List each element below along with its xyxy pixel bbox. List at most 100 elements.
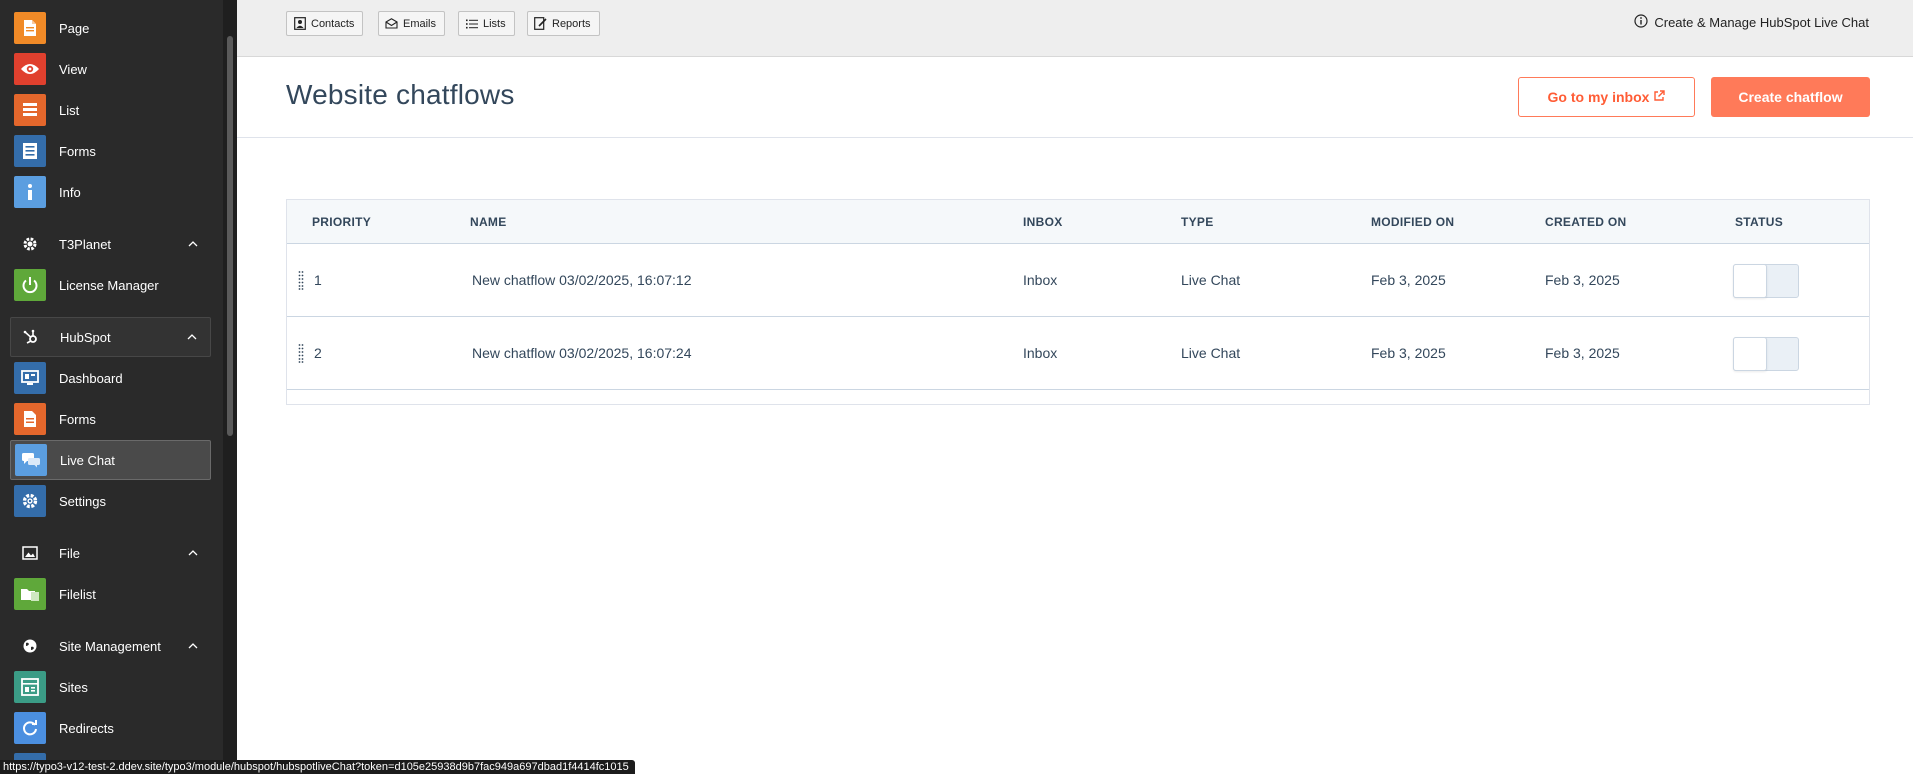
button-label: Go to my inbox: [1547, 89, 1650, 105]
status-toggle[interactable]: [1733, 264, 1799, 298]
sidebar-item-view[interactable]: View: [10, 49, 211, 89]
cell-created: Feb 3, 2025: [1545, 272, 1620, 288]
column-header-type[interactable]: TYPE: [1181, 215, 1214, 229]
sidebar-item-label: Page: [59, 20, 90, 36]
toggle-knob: [1733, 337, 1767, 371]
create-chatflow-button[interactable]: Create chatflow: [1711, 77, 1870, 117]
contacts-icon: [293, 17, 306, 30]
table-row[interactable]: 1 New chatflow 03/02/2025, 16:07:12 Inbo…: [287, 244, 1869, 317]
column-header-name[interactable]: NAME: [470, 215, 507, 229]
drag-handle-icon[interactable]: [298, 270, 304, 290]
sidebar-item-redirects[interactable]: Redirects: [10, 708, 211, 748]
column-header-priority[interactable]: PRIORITY: [312, 215, 371, 229]
sidebar-item-license-manager[interactable]: License Manager: [10, 265, 211, 305]
email-icon: [385, 17, 398, 30]
go-to-inbox-button[interactable]: Go to my inbox: [1518, 77, 1695, 117]
list-icon: [465, 17, 478, 30]
sidebar-item-dashboard[interactable]: Dashboard: [10, 358, 211, 398]
sidebar-group-label: T3Planet: [59, 236, 112, 252]
module-sidebar: Page View List Forms Info T3Planet Licen…: [0, 0, 237, 774]
scrollbar-thumb[interactable]: [227, 36, 233, 436]
sidebar-group-hubspot[interactable]: HubSpot: [10, 317, 211, 357]
column-header-status[interactable]: STATUS: [1735, 215, 1783, 229]
chatflows-table: PRIORITY NAME INBOX TYPE MODIFIED ON CRE…: [286, 199, 1870, 405]
column-header-created[interactable]: CREATED ON: [1545, 215, 1626, 229]
cell-name[interactable]: New chatflow 03/02/2025, 16:07:12: [472, 272, 692, 288]
globe-icon: [14, 630, 46, 662]
emails-button[interactable]: Emails: [378, 11, 446, 36]
column-header-inbox[interactable]: INBOX: [1023, 215, 1063, 229]
redirect-icon: [14, 712, 46, 744]
sidebar-item-label: Dashboard: [59, 370, 123, 386]
module-toolbar: Contacts Emails Lists Reports Create & M…: [237, 0, 1913, 57]
sidebar-group-label: File: [59, 545, 80, 561]
page-icon: [14, 12, 46, 44]
cell-inbox: Inbox: [1023, 345, 1058, 361]
link-preview-url: https://typo3-v12-test-2.ddev.site/typo3…: [0, 760, 635, 774]
chevron-up-icon[interactable]: [183, 234, 203, 254]
page-title: Website chatflows: [286, 79, 515, 110]
cell-priority: 1: [314, 272, 322, 288]
button-label: Reports: [552, 17, 591, 30]
form-icon: [14, 135, 46, 167]
chat-icon: [15, 444, 47, 476]
button-label: Emails: [403, 17, 437, 30]
power-icon: [14, 269, 46, 301]
cell-name[interactable]: New chatflow 03/02/2025, 16:07:24: [472, 345, 692, 361]
sidebar-item-settings[interactable]: Settings: [10, 481, 211, 521]
sidebar-item-page[interactable]: Page: [10, 8, 211, 48]
cell-created: Feb 3, 2025: [1545, 345, 1620, 361]
sidebar-item-info[interactable]: Info: [10, 172, 211, 212]
gear-icon: [14, 228, 46, 260]
sidebar-item-label: Filelist: [59, 586, 96, 602]
table-row[interactable]: 2 New chatflow 03/02/2025, 16:07:24 Inbo…: [287, 317, 1869, 390]
button-label: Contacts: [311, 17, 355, 30]
sidebar-group-t3planet[interactable]: T3Planet: [10, 224, 211, 264]
gear-icon: [14, 485, 46, 517]
chevron-up-icon[interactable]: [183, 636, 203, 656]
sidebar-item-list[interactable]: List: [10, 90, 211, 130]
sidebar-item-label: Live Chat: [60, 452, 115, 468]
contacts-button[interactable]: Contacts: [286, 11, 364, 36]
reports-button[interactable]: Reports: [527, 11, 600, 36]
status-toggle[interactable]: [1733, 337, 1799, 371]
button-label: Lists: [483, 17, 506, 30]
sidebar-scrollbar[interactable]: [223, 0, 237, 774]
sidebar-item-label: Sites: [59, 679, 88, 695]
chevron-up-icon[interactable]: [183, 543, 203, 563]
sidebar-item-live-chat[interactable]: Live Chat: [10, 440, 211, 480]
chevron-up-icon[interactable]: [182, 327, 202, 347]
cell-priority: 2: [314, 345, 322, 361]
sidebar-item-label: Info: [59, 184, 81, 200]
sidebar-group-file[interactable]: File: [10, 533, 211, 573]
sidebar-item-label: Forms: [59, 143, 96, 159]
sidebar-item-hubspot-forms[interactable]: Forms: [10, 399, 211, 439]
cell-modified: Feb 3, 2025: [1371, 345, 1446, 361]
sidebar-group-label: HubSpot: [60, 329, 111, 345]
list-icon: [14, 94, 46, 126]
page-header: Website chatflows Go to my inbox Create …: [237, 57, 1913, 138]
dashboard-icon: [14, 362, 46, 394]
info-icon: [1634, 14, 1648, 31]
cell-type: Live Chat: [1181, 272, 1241, 288]
sidebar-item-label: Redirects: [59, 720, 114, 736]
lists-button[interactable]: Lists: [458, 11, 515, 36]
sidebar-item-sites[interactable]: Sites: [10, 667, 211, 707]
external-link-icon: [1653, 89, 1666, 105]
module-description-text: Create & Manage HubSpot Live Chat: [1654, 15, 1869, 30]
toggle-knob: [1733, 264, 1767, 298]
sidebar-item-forms[interactable]: Forms: [10, 131, 211, 171]
eye-icon: [14, 53, 46, 85]
info-icon: [14, 176, 46, 208]
sidebar-item-filelist[interactable]: Filelist: [10, 574, 211, 614]
drag-handle-icon[interactable]: [298, 343, 304, 363]
column-header-modified[interactable]: MODIFIED ON: [1371, 215, 1454, 229]
form-icon: [14, 403, 46, 435]
sidebar-group-label: Site Management: [59, 638, 161, 654]
sidebar-group-site-management[interactable]: Site Management: [10, 626, 211, 666]
report-icon: [534, 17, 547, 30]
cell-modified: Feb 3, 2025: [1371, 272, 1446, 288]
sidebar-item-label: View: [59, 61, 87, 77]
folder-icon: [14, 578, 46, 610]
sites-icon: [14, 671, 46, 703]
